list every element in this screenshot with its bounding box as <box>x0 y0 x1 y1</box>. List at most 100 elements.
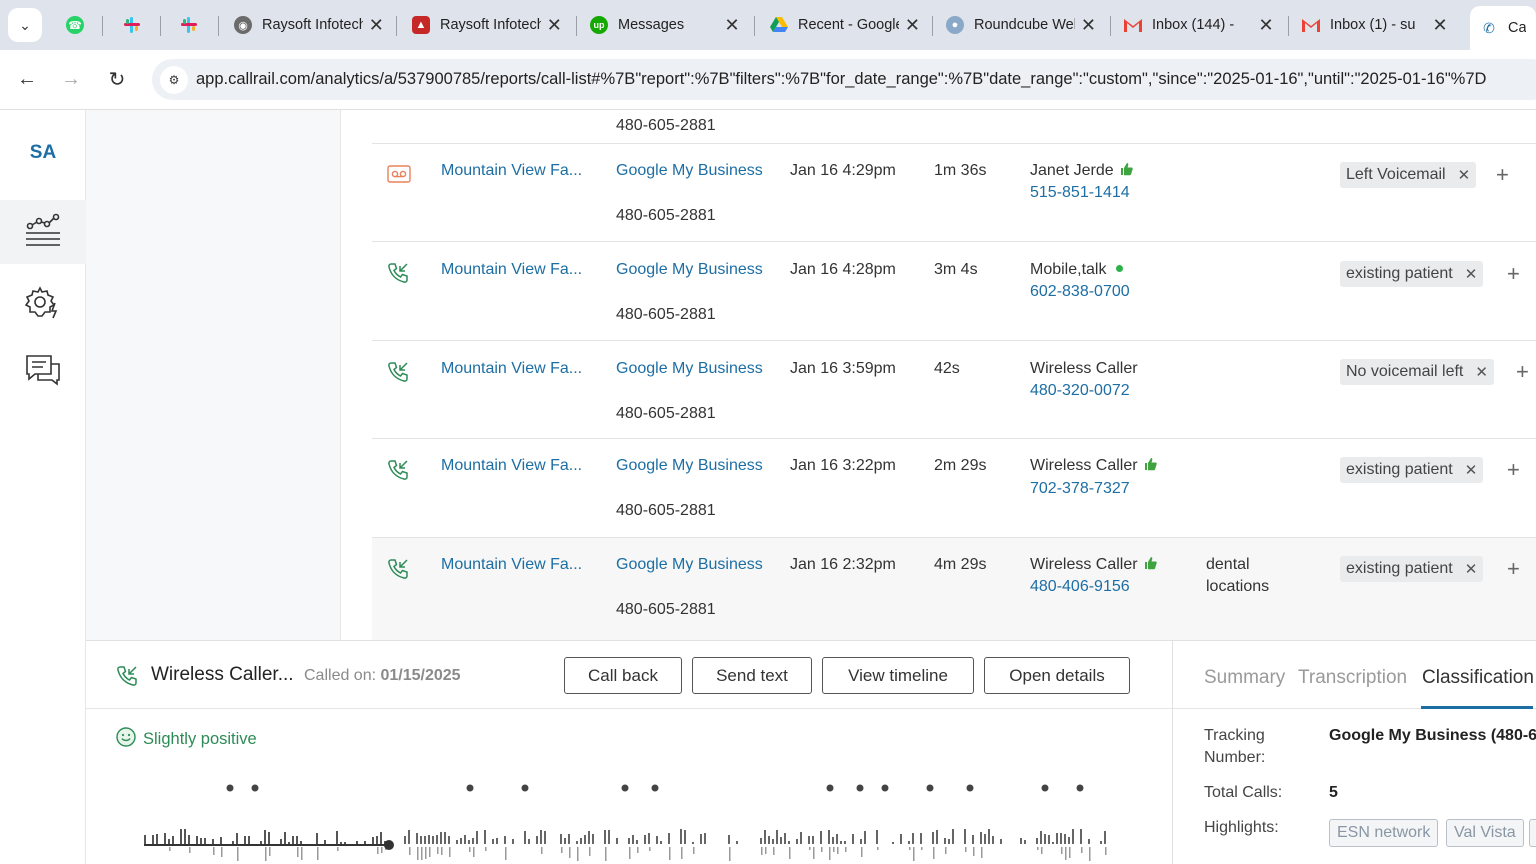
inbound-call-icon <box>387 361 409 388</box>
call-duration: 42s <box>934 360 960 377</box>
add-tag-icon[interactable]: + <box>1496 162 1509 188</box>
add-tag-icon[interactable]: + <box>1507 457 1520 483</box>
highlight-tag[interactable]: ESN network <box>1329 819 1439 847</box>
tab-gmail-1[interactable]: Inbox (144) - ✕ <box>1114 6 1284 44</box>
forward-arrow-icon[interactable]: → <box>56 64 86 94</box>
open-details-button[interactable]: Open details <box>984 657 1130 694</box>
tab-raysoft-2[interactable]: ▲ Raysoft Infotech ✕ <box>402 6 572 44</box>
browser-toolbar: ← → ↻ ⚙ app.callrail.com/analytics/a/537… <box>0 50 1536 110</box>
table-row[interactable]: Mountain View Fa... Google My Business 4… <box>372 439 1536 538</box>
send-text-button[interactable]: Send text <box>692 657 812 694</box>
tab-messages[interactable]: up Messages ✕ <box>580 6 750 44</box>
close-icon[interactable]: ✕ <box>547 15 562 36</box>
tab-classification[interactable]: Classification <box>1422 667 1534 689</box>
total-calls-label: Total Calls: <box>1204 784 1283 801</box>
tab-whatsapp[interactable]: ☎ <box>56 6 96 44</box>
company-link[interactable]: Mountain View Fa... <box>441 261 582 279</box>
slack-icon <box>180 16 198 34</box>
nav-analytics[interactable] <box>0 200 86 264</box>
close-icon[interactable]: ✕ <box>1432 15 1448 36</box>
speaker-marker <box>826 784 834 792</box>
reload-icon[interactable]: ↻ <box>102 64 132 94</box>
remove-tag-icon[interactable]: ✕ <box>1465 461 1478 479</box>
remove-tag-icon[interactable]: ✕ <box>1465 265 1478 283</box>
tab-search-button[interactable]: ⌄ <box>8 8 42 42</box>
source-link[interactable]: Google My Business <box>616 162 763 180</box>
table-row[interactable]: Mountain View Fa... Google My Business 4… <box>372 144 1536 242</box>
back-arrow-icon[interactable]: ← <box>12 64 42 94</box>
gmail-icon <box>1302 16 1320 34</box>
tab-slack[interactable] <box>113 6 153 44</box>
inbound-call-icon <box>387 262 409 289</box>
highlights-label: Highlights: <box>1204 819 1279 836</box>
highlight-tag[interactable]: Val Vista <box>1446 819 1524 847</box>
caller-phone-link[interactable]: 515-851-1414 <box>1030 184 1130 202</box>
tab-slack[interactable] <box>170 6 210 44</box>
caller-phone-link[interactable]: 480-320-0072 <box>1030 382 1130 400</box>
call-info-side-panel: Summary Transcription Classification Tra… <box>1172 641 1536 864</box>
remove-tag-icon[interactable]: ✕ <box>1475 363 1488 381</box>
tracking-number: 480-605-2881 <box>616 502 716 519</box>
add-tag-icon[interactable]: + <box>1507 261 1520 287</box>
company-link[interactable]: Mountain View Fa... <box>441 360 582 378</box>
call-tag[interactable]: Left Voicemail ✕ <box>1340 162 1477 188</box>
speaker-marker <box>881 784 889 792</box>
tracking-number: 480-605-2881 <box>616 601 716 618</box>
add-tag-icon[interactable]: + <box>1516 359 1529 385</box>
caller-phone-link[interactable]: 480-406-9156 <box>1030 578 1130 596</box>
caller-phone-link[interactable]: 602-838-0700 <box>1030 283 1130 301</box>
tab-callrail-active[interactable]: ✆ Call <box>1470 6 1536 50</box>
table-row-selected[interactable]: Mountain View Fa... Google My Business 4… <box>372 538 1536 640</box>
source-link[interactable]: Google My Business <box>616 457 763 475</box>
close-icon[interactable]: ✕ <box>1258 15 1274 36</box>
tab-raysoft-1[interactable]: ◉ Raysoft Infotech ✕ <box>224 6 394 44</box>
call-back-button[interactable]: Call back <box>564 657 682 694</box>
add-tag-icon[interactable]: + <box>1507 556 1520 582</box>
source-link[interactable]: Google My Business <box>616 360 763 378</box>
source-link[interactable]: Google My Business <box>616 261 763 279</box>
company-link[interactable]: Mountain View Fa... <box>441 556 582 574</box>
gmail-icon <box>1124 16 1142 34</box>
tracking-number-label: Tracking <box>1204 727 1265 744</box>
remove-tag-icon[interactable]: ✕ <box>1458 166 1471 184</box>
whatsapp-icon: ☎ <box>66 16 84 34</box>
call-tag[interactable]: existing patient ✕ <box>1340 556 1484 582</box>
table-row[interactable]: Mountain View Fa... Google My Business 4… <box>372 242 1536 341</box>
call-tag[interactable]: existing patient ✕ <box>1340 457 1484 483</box>
url-text[interactable]: app.callrail.com/analytics/a/537900785/r… <box>196 70 1486 89</box>
table-row[interactable]: Mountain View Fa... Google My Business 4… <box>372 341 1536 439</box>
audio-waveform[interactable] <box>144 771 1114 864</box>
tab-summary[interactable]: Summary <box>1204 667 1285 689</box>
call-tag[interactable]: No voicemail left ✕ <box>1340 359 1494 385</box>
conversations-icon <box>25 354 61 391</box>
close-icon[interactable]: ✕ <box>905 15 920 36</box>
highlight-tag[interactable] <box>1529 819 1536 847</box>
nav-conversations[interactable] <box>0 340 86 404</box>
caller-name-cell: Wireless Caller <box>1030 457 1157 475</box>
tab-transcription[interactable]: Transcription <box>1298 667 1407 689</box>
address-bar[interactable]: ⚙ app.callrail.com/analytics/a/537900785… <box>152 59 1536 100</box>
google-drive-icon <box>770 16 788 34</box>
nav-settings[interactable] <box>0 272 86 336</box>
close-icon[interactable]: ✕ <box>724 15 740 36</box>
called-on-text: Called on: 01/15/2025 <box>304 667 461 684</box>
view-timeline-button[interactable]: View timeline <box>822 657 974 694</box>
call-tag[interactable]: existing patient ✕ <box>1340 261 1484 287</box>
remove-tag-icon[interactable]: ✕ <box>1465 560 1478 578</box>
tab-google-drive[interactable]: Recent - Google Drive ✕ <box>760 6 930 44</box>
tab-gmail-2[interactable]: Inbox (1) - su ✕ <box>1292 6 1458 44</box>
playhead-handle[interactable] <box>384 840 394 850</box>
close-icon[interactable]: ✕ <box>369 15 384 36</box>
source-link[interactable]: Google My Business <box>616 556 763 574</box>
site-info-icon[interactable]: ⚙ <box>160 66 188 94</box>
tracking-number: 480-605-2881 <box>616 117 716 134</box>
caller-phone-link[interactable]: 702-378-7327 <box>1030 480 1130 498</box>
account-logo[interactable]: SA <box>0 142 86 164</box>
table-row[interactable]: 480-605-2881 <box>372 110 1536 144</box>
company-link[interactable]: Mountain View Fa... <box>441 162 582 180</box>
voicemail-icon <box>387 164 411 189</box>
close-icon[interactable]: ✕ <box>1081 15 1096 36</box>
smiley-icon <box>116 727 136 752</box>
tab-roundcube[interactable]: ● Roundcube Webmail ✕ <box>936 6 1106 44</box>
company-link[interactable]: Mountain View Fa... <box>441 457 582 475</box>
